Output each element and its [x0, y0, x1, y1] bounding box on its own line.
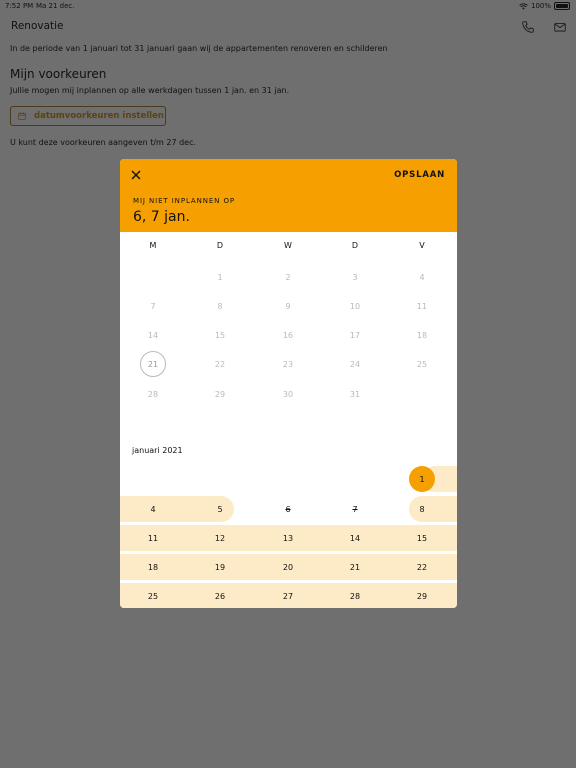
day-cell: 2	[285, 272, 291, 282]
day-cell: 17	[349, 330, 361, 340]
modal-header: OPSLAAN MIJ NIET INPLANNEN OP 6, 7 jan.	[120, 159, 457, 232]
status-right: 100%	[519, 2, 570, 10]
battery-percent: 100%	[530, 2, 551, 10]
day-cell-selected[interactable]: 1	[409, 466, 435, 492]
battery-icon	[554, 2, 570, 10]
weekday-header: M D W D V	[120, 241, 457, 253]
selected-dates: 6, 7 jan.	[133, 209, 190, 225]
day-cell[interactable]: 29	[409, 583, 435, 608]
weekday-label: W	[284, 241, 292, 250]
day-cell: 28	[147, 389, 159, 399]
day-cell[interactable]: 25	[140, 583, 166, 608]
day-cell[interactable]: 18	[140, 554, 166, 580]
day-cell: 14	[147, 330, 159, 340]
day-cell[interactable]: 22	[409, 554, 435, 580]
day-cell: 31	[349, 389, 361, 399]
section-title: Mijn voorkeuren	[10, 67, 107, 81]
day-cell: 23	[282, 359, 294, 369]
weekday-label: M	[149, 241, 157, 250]
day-cell[interactable]: 20	[275, 554, 301, 580]
status-time: 7:52 PM	[5, 2, 34, 10]
day-cell: 7	[150, 301, 156, 311]
day-cell[interactable]: 19	[207, 554, 233, 580]
day-cell[interactable]: 13	[275, 525, 301, 551]
header-label: MIJ NIET INPLANNEN OP	[133, 197, 235, 205]
day-cell: 18	[416, 330, 428, 340]
calendar-icon	[18, 112, 26, 120]
day-cell[interactable]: 14	[342, 525, 368, 551]
save-button[interactable]: OPSLAAN	[394, 170, 445, 180]
weekday-label: D	[351, 241, 359, 250]
day-cell-excluded[interactable]: 6	[275, 496, 301, 522]
day-cell: 8	[217, 301, 223, 311]
day-cell: 1	[217, 272, 223, 282]
day-cell: 29	[214, 389, 226, 399]
date-picker-modal: OPSLAAN MIJ NIET INPLANNEN OP 6, 7 jan. …	[120, 159, 457, 608]
close-icon[interactable]	[131, 170, 141, 180]
header-actions	[521, 20, 567, 34]
today-cell: 21	[140, 351, 166, 377]
day-cell[interactable]: 12	[207, 525, 233, 551]
page-title: Renovatie	[11, 20, 64, 32]
month-label: januari 2021	[132, 446, 183, 455]
day-cell-excluded[interactable]: 7	[342, 496, 368, 522]
deadline-text: U kunt deze voorkeuren aangeven t/m 27 d…	[10, 138, 197, 147]
day-cell[interactable]: 26	[207, 583, 233, 608]
weekday-label: D	[216, 241, 224, 250]
status-date: Ma 21 dec.	[36, 2, 75, 10]
day-cell: 25	[416, 359, 428, 369]
section-subtitle: Jullie mogen mij inplannen op alle werkd…	[10, 86, 290, 95]
day-number: 6	[285, 504, 291, 514]
date-preferences-label: datumvoorkeuren instellen	[34, 111, 164, 121]
day-number: 7	[352, 504, 358, 514]
wifi-icon	[519, 2, 528, 9]
phone-icon[interactable]	[521, 20, 535, 34]
day-cell: 4	[419, 272, 425, 282]
mail-icon[interactable]	[553, 20, 567, 34]
day-cell[interactable]: 4	[140, 496, 166, 522]
status-bar: 7:52 PM Ma 21 dec. 100%	[0, 0, 576, 12]
day-cell[interactable]: 15	[409, 525, 435, 551]
day-cell[interactable]: 27	[275, 583, 301, 608]
day-cell: 24	[349, 359, 361, 369]
day-cell[interactable]: 21	[342, 554, 368, 580]
day-cell: 30	[282, 389, 294, 399]
intro-text: In de periode van 1 januari tot 31 janua…	[10, 44, 388, 53]
weekday-label: V	[419, 241, 425, 250]
day-cell[interactable]: 8	[409, 496, 435, 522]
day-cell: 3	[352, 272, 358, 282]
date-preferences-button[interactable]: datumvoorkeuren instellen	[10, 106, 166, 126]
day-cell: 10	[349, 301, 361, 311]
day-cell: 11	[416, 301, 428, 311]
day-cell[interactable]: 5	[207, 496, 233, 522]
day-cell[interactable]: 11	[140, 525, 166, 551]
day-cell: 15	[214, 330, 226, 340]
day-cell: 16	[282, 330, 294, 340]
day-cell: 22	[214, 359, 226, 369]
day-cell: 9	[285, 301, 291, 311]
day-cell[interactable]: 28	[342, 583, 368, 608]
